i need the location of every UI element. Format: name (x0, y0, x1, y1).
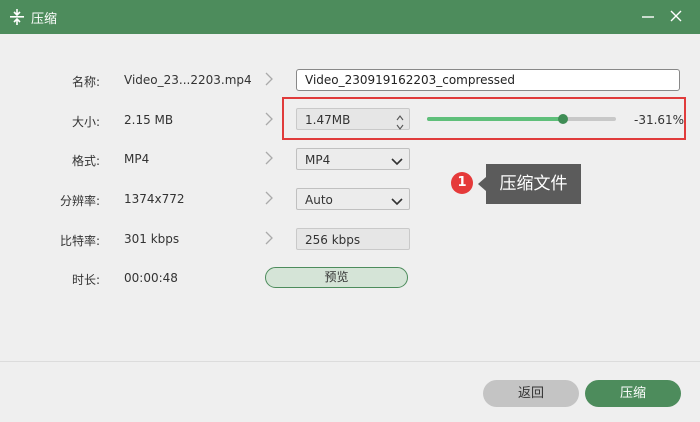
source-format-value: MP4 (124, 152, 150, 166)
chevron-down-icon (391, 155, 403, 169)
resolution-label: 分辨率: (59, 194, 100, 208)
output-name-input[interactable] (296, 69, 680, 91)
back-button[interactable]: 返回 (483, 380, 579, 407)
step-badge: 1 (451, 172, 473, 194)
chevron-right-icon (264, 112, 274, 129)
format-select-value: MP4 (305, 153, 331, 167)
resolution-select[interactable]: Auto (296, 188, 410, 210)
close-button[interactable] (664, 6, 688, 28)
chevron-right-icon (264, 231, 274, 248)
bitrate-field: 256 kbps (296, 228, 410, 250)
duration-value: 00:00:48 (124, 271, 178, 285)
source-resolution-value: 1374x772 (124, 192, 185, 206)
chevron-down-icon (391, 195, 403, 209)
window-title: 压缩 (31, 12, 58, 27)
bitrate-label: 比特率: (59, 234, 100, 248)
title-bar: 压缩 (0, 0, 700, 34)
highlight-box (282, 97, 686, 140)
name-label: 名称: (71, 75, 100, 89)
compress-button[interactable]: 压缩 (585, 380, 681, 407)
duration-label: 时长: (71, 273, 100, 287)
footer-divider (0, 361, 700, 362)
chevron-right-icon (264, 151, 274, 168)
format-label: 格式: (71, 154, 100, 168)
minimize-button[interactable] (636, 6, 660, 28)
format-select[interactable]: MP4 (296, 148, 410, 170)
source-bitrate-value: 301 kbps (124, 232, 180, 246)
size-label: 大小: (71, 115, 100, 129)
chevron-right-icon (264, 191, 274, 208)
source-name-value: Video_23...2203.mp4 (124, 73, 252, 87)
source-size-value: 2.15 MB (124, 113, 174, 127)
resolution-select-value: Auto (305, 193, 333, 207)
preview-button[interactable]: 预览 (265, 267, 408, 288)
chevron-right-icon (264, 72, 274, 89)
annotation-tooltip: 压缩文件 (478, 164, 581, 204)
compress-icon (10, 9, 24, 28)
bitrate-value: 256 kbps (305, 233, 361, 247)
